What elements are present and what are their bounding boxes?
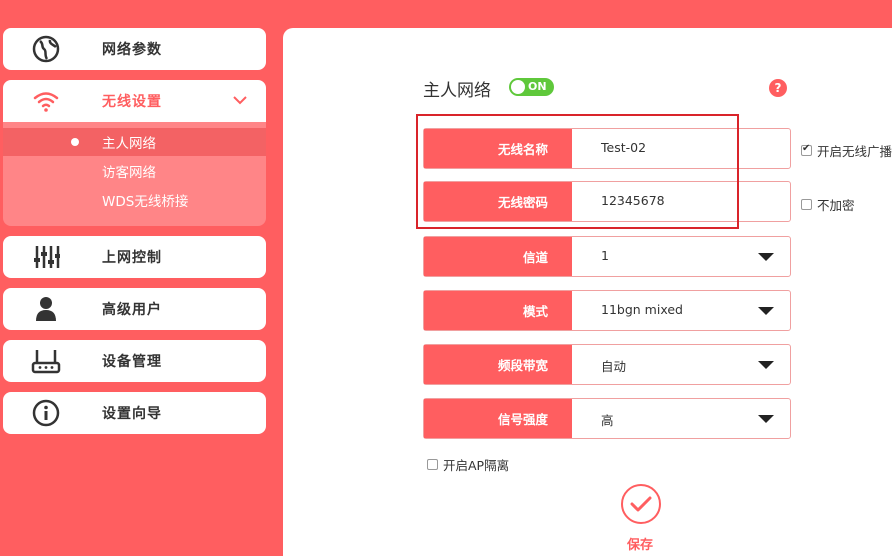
wifi-icon xyxy=(28,86,64,116)
help-icon[interactable]: ? xyxy=(769,79,787,97)
sidebar-item-access-control[interactable]: 上网控制 xyxy=(3,236,266,278)
checkbox-label: 开启无线广播 xyxy=(817,144,892,159)
info-icon xyxy=(28,398,64,428)
sidebar-item-label: 设置向导 xyxy=(102,406,162,422)
select-value: 自动 xyxy=(601,359,627,374)
mode-select[interactable]: 模式 11bgn mixed xyxy=(423,290,791,331)
sidebar-item-label: 设备管理 xyxy=(102,354,162,370)
select-value: 11bgn mixed xyxy=(601,302,683,317)
submenu-label: 访客网络 xyxy=(102,165,156,181)
save-button[interactable] xyxy=(621,484,661,524)
checkbox-box xyxy=(801,199,812,210)
sidebar-item-setup-wizard[interactable]: 设置向导 xyxy=(3,392,266,434)
submenu-label: 主人网络 xyxy=(102,136,156,152)
checkbox-label: 不加密 xyxy=(817,198,855,213)
sidebar-item-wireless[interactable]: 无线设置 xyxy=(3,80,266,122)
wireless-submenu: 主人网络 访客网络 WDS无线桥接 xyxy=(3,122,266,226)
dropdown-arrow-icon xyxy=(758,307,774,315)
select-value: 高 xyxy=(601,413,614,428)
router-icon xyxy=(28,346,64,376)
user-icon xyxy=(28,294,64,324)
active-dot xyxy=(71,138,79,146)
sidebar-item-label: 上网控制 xyxy=(102,250,162,266)
field-label: 模式 xyxy=(424,291,572,330)
ap-isolation-checkbox[interactable]: 开启AP隔离 xyxy=(427,455,509,474)
sidebar-item-label: 网络参数 xyxy=(102,42,162,58)
sidebar-item-network-params[interactable]: 网络参数 xyxy=(3,28,266,70)
checkmark-icon xyxy=(630,496,652,512)
submenu-label: WDS无线桥接 xyxy=(102,194,189,210)
sidebar-item-label: 无线设置 xyxy=(102,94,162,110)
save-label[interactable]: 保存 xyxy=(627,534,653,553)
submenu-item-host-network[interactable]: 主人网络 xyxy=(3,128,266,156)
select-value: 1 xyxy=(601,248,609,263)
sliders-icon xyxy=(28,242,64,272)
toggle-label: ON xyxy=(528,80,547,93)
chevron-down-icon xyxy=(232,92,248,112)
no-encryption-checkbox[interactable]: 不加密 xyxy=(801,195,855,214)
checkbox-box xyxy=(801,143,812,156)
page-title: 主人网络 xyxy=(423,81,491,101)
signal-strength-select[interactable]: 信号强度 高 xyxy=(423,398,791,439)
submenu-item-guest-network[interactable]: 访客网络 xyxy=(3,157,266,185)
dropdown-arrow-icon xyxy=(758,415,774,423)
dropdown-arrow-icon xyxy=(758,361,774,369)
channel-select[interactable]: 信道 1 xyxy=(423,236,791,277)
sidebar-item-device-management[interactable]: 设备管理 xyxy=(3,340,266,382)
bandwidth-select[interactable]: 频段带宽 自动 xyxy=(423,344,791,385)
field-label: 信道 xyxy=(424,237,572,276)
highlight-box xyxy=(416,114,739,229)
main-panel: 主人网络 ON ? 无线名称 Test-02 无线密码 12345678 开启无… xyxy=(283,28,892,556)
checkbox-label: 开启AP隔离 xyxy=(443,458,510,473)
sidebar-item-label: 高级用户 xyxy=(102,302,162,318)
submenu-item-wds-bridge[interactable]: WDS无线桥接 xyxy=(3,186,266,214)
dropdown-arrow-icon xyxy=(758,253,774,261)
toggle-knob xyxy=(511,80,525,94)
field-label: 频段带宽 xyxy=(424,345,572,384)
network-toggle[interactable]: ON xyxy=(509,78,554,96)
field-label: 信号强度 xyxy=(424,399,572,438)
broadcast-checkbox[interactable]: 开启无线广播 xyxy=(801,141,892,160)
checkbox-box xyxy=(427,459,438,470)
globe-icon xyxy=(28,34,64,64)
sidebar-item-advanced-user[interactable]: 高级用户 xyxy=(3,288,266,330)
